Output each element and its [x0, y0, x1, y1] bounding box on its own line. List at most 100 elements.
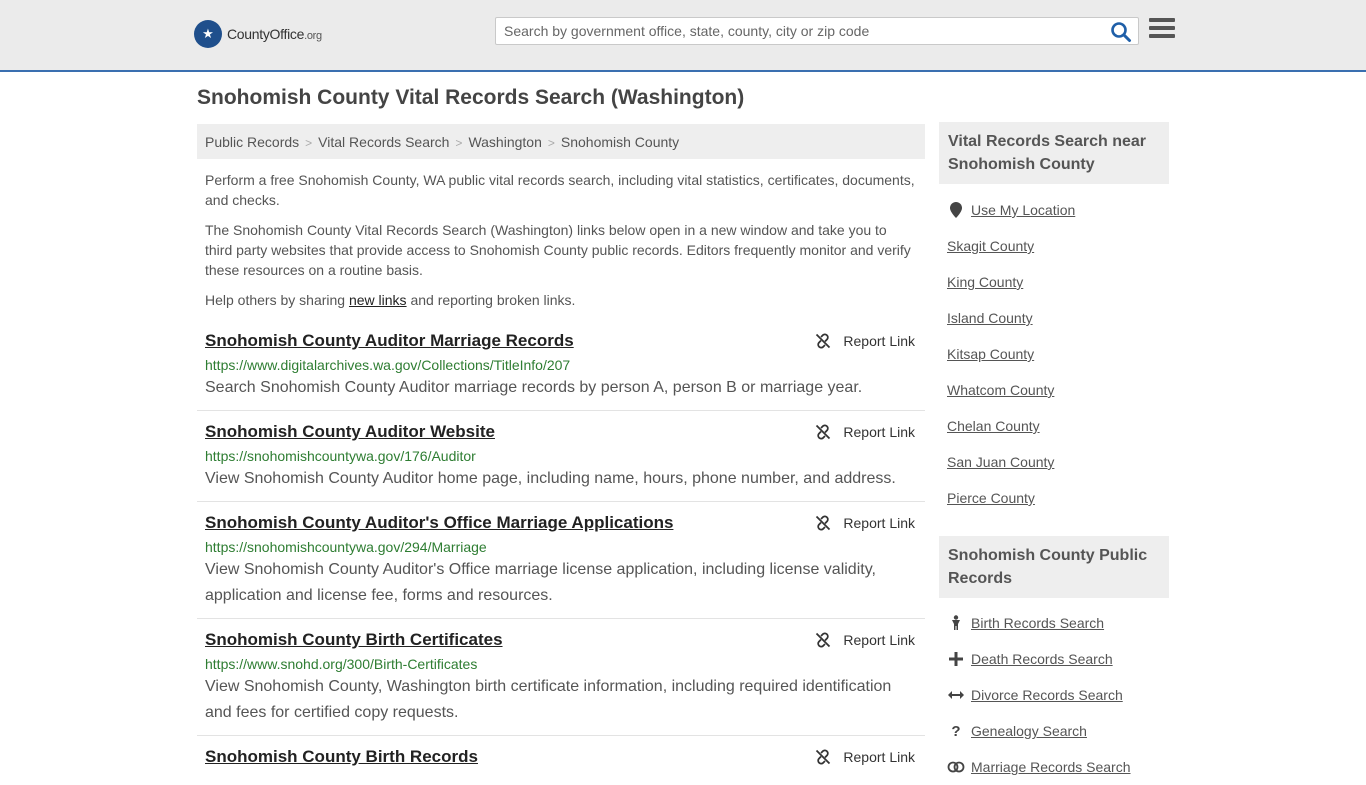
breadcrumb-vital-records[interactable]: Vital Records Search [318, 134, 449, 150]
divorce-records-link[interactable]: Divorce Records Search [971, 687, 1123, 703]
nearby-item: Skagit County [947, 228, 1167, 264]
nearby-skagit-link[interactable]: Skagit County [947, 238, 1034, 254]
page-title: Snohomish County Vital Records Search (W… [197, 86, 745, 109]
arrows-icon [947, 690, 965, 700]
result-description: View Snohomish County Auditor's Office m… [205, 561, 876, 604]
site-header: ★ CountyOffice.org [0, 0, 1366, 72]
rings-icon [947, 761, 965, 773]
new-links-link[interactable]: new links [349, 292, 407, 308]
logo-name: CountyOffice [227, 26, 305, 42]
nearby-pierce-link[interactable]: Pierce County [947, 490, 1035, 506]
broken-link-icon [816, 515, 831, 531]
report-link-label: Report Link [843, 515, 915, 531]
intro-paragraph-2: The Snohomish County Vital Records Searc… [205, 222, 911, 278]
public-record-item: Divorce Records Search [947, 677, 1167, 713]
breadcrumb-current: Snohomish County [560, 134, 680, 150]
public-record-item: Marriage Records Search [947, 749, 1167, 785]
nearby-king-link[interactable]: King County [947, 274, 1023, 290]
search-icon [1111, 22, 1131, 42]
death-records-link[interactable]: Death Records Search [971, 651, 1113, 667]
use-location-item: Use My Location [947, 192, 1167, 228]
result-title-link[interactable]: Snohomish County Auditor's Office Marria… [205, 513, 673, 533]
cross-icon [947, 652, 965, 666]
nearby-island-link[interactable]: Island County [947, 310, 1033, 326]
nearby-san-juan-link[interactable]: San Juan County [947, 454, 1054, 470]
result-url: https://www.digitalarchives.wa.gov/Colle… [205, 357, 571, 373]
divider [197, 618, 925, 619]
nearby-item: San Juan County [947, 444, 1167, 480]
breadcrumb: Public Records > Vital Records Search > Wash… [197, 124, 925, 159]
report-link-button[interactable]: Report Link [815, 424, 915, 440]
divider [197, 501, 925, 502]
chevron-right-icon: > [547, 136, 555, 150]
result-item: Snohomish County Auditor Website Report … [197, 422, 925, 492]
use-my-location-link[interactable]: Use My Location [971, 202, 1075, 218]
nearby-kitsap-link[interactable]: Kitsap County [947, 346, 1034, 362]
divider [197, 410, 925, 411]
result-item: Snohomish County Auditor Marriage Record… [197, 331, 925, 401]
nearby-item: King County [947, 264, 1167, 300]
nearby-heading: Vital Records Search near Snohomish Coun… [939, 122, 1169, 184]
result-item: Snohomish County Birth Records Report Li… [197, 747, 925, 767]
public-record-item: ? Genealogy Search [947, 713, 1167, 749]
public-record-item: Birth Records Search [947, 605, 1167, 641]
result-title-link[interactable]: Snohomish County Birth Certificates [205, 630, 503, 650]
logo-seal-icon: ★ [194, 20, 222, 48]
nearby-item: Whatcom County [947, 372, 1167, 408]
nearby-item: Chelan County [947, 408, 1167, 444]
map-pin-icon [947, 202, 965, 218]
report-link-label: Report Link [843, 749, 915, 765]
report-link-button[interactable]: Report Link [815, 749, 915, 765]
broken-link-icon [816, 749, 831, 765]
public-records-list: Birth Records Search Death Records Searc… [947, 605, 1167, 785]
result-description: Search Snohomish County Auditor marriage… [205, 379, 863, 396]
result-url: https://www.snohd.org/300/Birth-Certific… [205, 656, 478, 672]
chevron-right-icon: > [455, 136, 463, 150]
public-record-item: Death Records Search [947, 641, 1167, 677]
hamburger-bar [1149, 34, 1175, 38]
broken-link-icon [816, 632, 831, 648]
search-box [495, 17, 1139, 45]
menu-button[interactable] [1149, 18, 1175, 42]
report-link-button[interactable]: Report Link [815, 333, 915, 349]
genealogy-search-link[interactable]: Genealogy Search [971, 723, 1087, 739]
result-item: Snohomish County Birth Certificates Repo… [197, 630, 925, 726]
birth-icon [947, 615, 965, 631]
nearby-item: Kitsap County [947, 336, 1167, 372]
share-note: Help others by sharing new links and rep… [205, 290, 917, 310]
report-link-label: Report Link [843, 632, 915, 648]
site-logo[interactable]: ★ CountyOffice.org [194, 20, 322, 48]
hamburger-icon [1149, 18, 1175, 22]
result-title-link[interactable]: Snohomish County Auditor Marriage Record… [205, 331, 574, 351]
nearby-whatcom-link[interactable]: Whatcom County [947, 382, 1054, 398]
search-input[interactable] [496, 18, 1112, 44]
nearby-item: Island County [947, 300, 1167, 336]
report-link-button[interactable]: Report Link [815, 632, 915, 648]
nearby-item: Pierce County [947, 480, 1167, 516]
result-description: View Snohomish County Auditor home page,… [205, 470, 896, 487]
logo-suffix: .org [304, 30, 322, 42]
broken-link-icon [816, 333, 831, 349]
report-link-label: Report Link [843, 424, 915, 440]
breadcrumb-public-records[interactable]: Public Records [205, 134, 299, 150]
public-records-heading: Snohomish County Public Records [939, 536, 1169, 598]
result-title-link[interactable]: Snohomish County Auditor Website [205, 422, 495, 442]
divider [197, 735, 925, 736]
result-url: https://snohomishcountywa.gov/176/Audito… [205, 448, 476, 464]
result-url: https://snohomishcountywa.gov/294/Marria… [205, 539, 487, 555]
share-text-end: and reporting broken links. [406, 292, 576, 308]
result-description: View Snohomish County, Washington birth … [205, 678, 892, 721]
nearby-chelan-link[interactable]: Chelan County [947, 418, 1040, 434]
chevron-right-icon: > [305, 136, 313, 150]
breadcrumb-washington[interactable]: Washington [468, 134, 541, 150]
result-title-link[interactable]: Snohomish County Birth Records [205, 747, 478, 767]
hamburger-bar [1149, 26, 1175, 30]
birth-records-link[interactable]: Birth Records Search [971, 615, 1104, 631]
broken-link-icon [816, 424, 831, 440]
report-link-button[interactable]: Report Link [815, 515, 915, 531]
marriage-records-link[interactable]: Marriage Records Search [971, 759, 1131, 775]
search-button[interactable] [1110, 21, 1132, 43]
logo-wordmark: CountyOffice.org [227, 26, 322, 42]
question-icon: ? [951, 722, 961, 740]
report-link-label: Report Link [843, 333, 915, 349]
